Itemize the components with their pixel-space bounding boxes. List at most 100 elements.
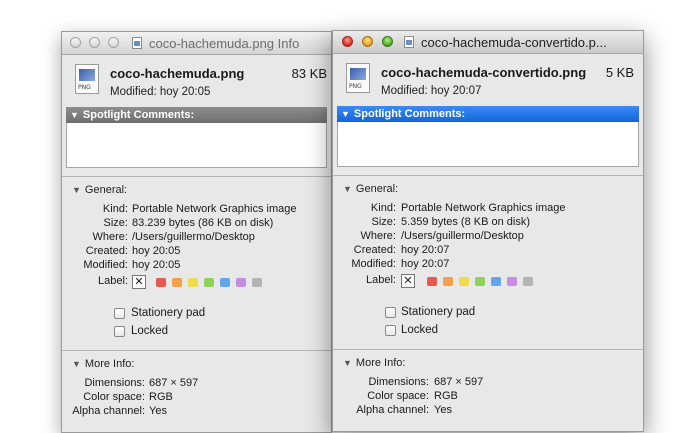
spotlight-comments-field[interactable] xyxy=(337,122,639,167)
spotlight-comments-header[interactable]: ▼ Spotlight Comments: xyxy=(337,106,639,122)
info-row-size: Size: 83.239 bytes (86 KB on disk) xyxy=(62,217,331,231)
spotlight-comments-field[interactable] xyxy=(66,123,327,168)
general-info: Kind: Portable Network Graphics image Siz… xyxy=(333,202,643,291)
label-row: Label: ✕ xyxy=(62,274,331,292)
disclosure-triangle-icon[interactable]: ▼ xyxy=(70,107,79,123)
disclosure-triangle-icon[interactable]: ▼ xyxy=(72,359,81,369)
info-window-converted[interactable]: coco-hachemuda-convertido.p... PNG coco-… xyxy=(332,30,644,432)
disclosure-triangle-icon[interactable]: ▼ xyxy=(343,358,352,368)
info-key: Size: xyxy=(103,217,128,229)
minimize-button[interactable] xyxy=(89,37,100,48)
info-value: /Users/guillermo/Desktop xyxy=(401,230,524,242)
label-yellow-swatch[interactable] xyxy=(459,277,469,286)
info-row-color-space: Color space: RGB xyxy=(62,391,331,405)
info-row-alpha-channel: Alpha channel: Yes xyxy=(333,404,643,418)
locked-checkbox[interactable]: Locked xyxy=(62,324,331,342)
label-yellow-swatch[interactable] xyxy=(188,278,198,287)
label-red-swatch[interactable] xyxy=(156,278,166,287)
info-row-modified: Modified: hoy 20:05 xyxy=(62,259,331,273)
info-value: hoy 20:05 xyxy=(132,245,181,257)
close-button[interactable] xyxy=(70,37,81,48)
label-purple-swatch[interactable] xyxy=(236,278,246,287)
more-info-section-header[interactable]: ▼ More Info: xyxy=(333,350,643,371)
disclosure-triangle-icon[interactable]: ▼ xyxy=(341,106,350,122)
label-green-swatch[interactable] xyxy=(475,277,485,286)
label-gray-swatch[interactable] xyxy=(252,278,262,287)
general-info: Kind: Portable Network Graphics image Siz… xyxy=(62,203,331,292)
info-key: Where: xyxy=(360,230,396,242)
zoom-button[interactable] xyxy=(108,37,119,48)
locked-checkbox[interactable]: Locked xyxy=(333,323,643,341)
info-window-original[interactable]: coco-hachemuda.png Info PNG coco-hachemu… xyxy=(61,31,332,433)
info-value: Yes xyxy=(434,404,452,416)
info-key: Modified: xyxy=(83,259,128,271)
modified-summary: Modified: hoy 20:07 xyxy=(381,85,482,97)
window-title: coco-hachemuda.png Info xyxy=(149,36,300,51)
info-key: Color space: xyxy=(367,390,429,402)
general-section-header[interactable]: ▼ General: xyxy=(333,176,643,197)
label-key: Label: xyxy=(98,275,128,287)
label-none-swatch[interactable]: ✕ xyxy=(132,275,146,289)
info-row-dimensions: Dimensions: 687 × 597 xyxy=(62,377,331,391)
minimize-button[interactable] xyxy=(362,36,373,47)
label-blue-swatch[interactable] xyxy=(220,278,230,287)
file-name: coco-hachemuda-convertido.png xyxy=(381,65,587,80)
close-button[interactable] xyxy=(342,36,353,47)
spotlight-comments-label: Spotlight Comments: xyxy=(353,108,466,120)
info-value: Portable Network Graphics image xyxy=(132,203,297,215)
file-size: 5 KB xyxy=(605,65,634,80)
info-row-created: Created: hoy 20:07 xyxy=(333,244,643,258)
zoom-button[interactable] xyxy=(382,36,393,47)
disclosure-triangle-icon[interactable]: ▼ xyxy=(343,184,352,194)
label-none-swatch[interactable]: ✕ xyxy=(401,274,415,288)
checkbox-box[interactable] xyxy=(114,308,125,319)
file-proxy-icon[interactable] xyxy=(132,37,142,49)
more-info-section-header[interactable]: ▼ More Info: xyxy=(62,351,331,372)
general-section-label: General: xyxy=(84,184,128,196)
info-value: Yes xyxy=(149,405,167,417)
label-red-swatch[interactable] xyxy=(427,277,437,286)
more-info-section-label: More Info: xyxy=(355,357,406,369)
info-key: Alpha channel: xyxy=(356,404,429,416)
label-blue-swatch[interactable] xyxy=(491,277,501,286)
info-key: Kind: xyxy=(102,203,128,215)
checkbox-box[interactable] xyxy=(385,307,396,318)
file-name: coco-hachemuda.png xyxy=(110,66,245,81)
label-gray-swatch[interactable] xyxy=(523,277,533,286)
info-value: 687 × 597 xyxy=(149,377,199,389)
info-value: RGB xyxy=(434,390,458,402)
checkbox-box[interactable] xyxy=(385,325,396,336)
png-file-icon: PNG xyxy=(75,64,99,94)
info-key: Created: xyxy=(353,244,396,256)
more-info: Dimensions: 687 × 597 Color space: RGB Alp… xyxy=(333,376,643,418)
title-bar[interactable]: coco-hachemuda-convertido.p... xyxy=(333,31,643,54)
stationery-pad-checkbox[interactable]: Stationery pad xyxy=(333,305,643,323)
checkbox-label: Stationery pad xyxy=(401,306,476,318)
checkbox-label: Locked xyxy=(131,325,169,337)
checkbox-label: Stationery pad xyxy=(131,307,206,319)
info-value: Portable Network Graphics image xyxy=(401,202,566,214)
disclosure-triangle-icon[interactable]: ▼ xyxy=(72,185,81,195)
window-title: coco-hachemuda-convertido.p... xyxy=(421,35,607,50)
info-key: Color space: xyxy=(83,391,145,403)
label-orange-swatch[interactable] xyxy=(443,277,453,286)
general-section-header[interactable]: ▼ General: xyxy=(62,177,331,198)
checkbox-label: Locked xyxy=(401,324,439,336)
stationery-pad-checkbox[interactable]: Stationery pad xyxy=(62,306,331,324)
label-orange-swatch[interactable] xyxy=(172,278,182,287)
info-row-where: Where: /Users/guillermo/Desktop xyxy=(62,231,331,245)
label-swatches xyxy=(156,278,262,287)
info-value: hoy 20:07 xyxy=(401,258,450,270)
label-green-swatch[interactable] xyxy=(204,278,214,287)
info-key: Kind: xyxy=(370,202,396,214)
info-key: Dimensions: xyxy=(368,376,429,388)
title-bar[interactable]: coco-hachemuda.png Info xyxy=(62,32,331,55)
file-proxy-icon[interactable] xyxy=(404,36,414,48)
spotlight-comments-header[interactable]: ▼ Spotlight Comments: xyxy=(66,107,327,123)
file-header: PNG coco-hachemuda-convertido.png 5 KB M… xyxy=(333,54,643,106)
info-row-modified: Modified: hoy 20:07 xyxy=(333,258,643,272)
checkbox-box[interactable] xyxy=(114,326,125,337)
label-swatches xyxy=(427,277,533,286)
info-key: Created: xyxy=(85,245,128,257)
label-purple-swatch[interactable] xyxy=(507,277,517,286)
